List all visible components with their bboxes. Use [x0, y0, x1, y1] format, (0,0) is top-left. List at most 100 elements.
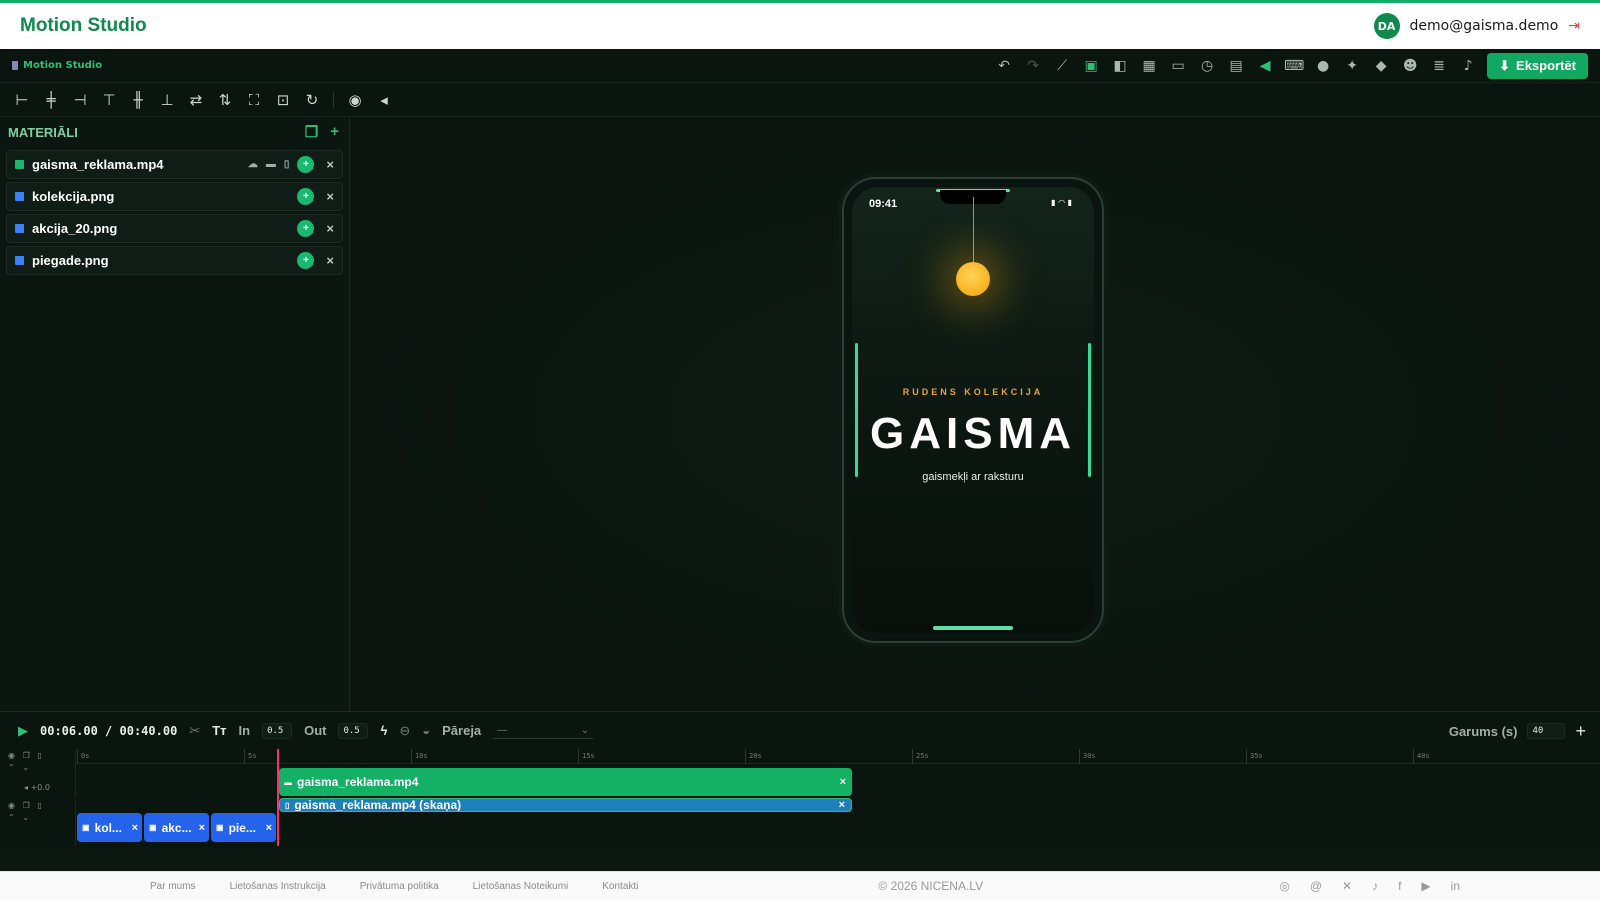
transition-select[interactable]: — ⌄	[493, 723, 594, 739]
instagram-icon[interactable]: ◎	[1279, 879, 1289, 893]
image-clip[interactable]: ▣ pie... ×	[211, 813, 276, 842]
material-item[interactable]: gaisma_reklama.mp4 ☁ ▬ ▯ + ×	[6, 150, 343, 179]
tiktok-icon[interactable]: ♪	[1372, 879, 1378, 893]
logout-icon[interactable]: ⇥	[1568, 18, 1580, 34]
copy-icon[interactable]: ❐	[305, 123, 318, 141]
cloud-icon[interactable]: ☁	[248, 159, 258, 170]
flip-vertical-icon[interactable]: ⇅	[215, 90, 235, 110]
footer-link[interactable]: Privātuma politika	[360, 881, 439, 892]
play-icon[interactable]: ▶	[18, 723, 28, 739]
avatar[interactable]: DA	[1373, 13, 1400, 39]
remove-icon[interactable]: ×	[326, 189, 334, 204]
add-to-timeline-icon[interactable]: +	[297, 220, 315, 237]
material-item[interactable]: akcija_20.png + ×	[6, 214, 343, 243]
align-left-icon[interactable]: ⊢	[12, 90, 32, 110]
layers-icon[interactable]: ◆	[1371, 56, 1391, 76]
remove-clip-icon[interactable]: ×	[840, 776, 846, 788]
length-input[interactable]: 40	[1527, 723, 1566, 739]
add-file-icon[interactable]: ▤	[1226, 56, 1246, 76]
magic-wand-icon[interactable]: ⟋	[1052, 56, 1072, 76]
playhead[interactable]	[277, 749, 279, 846]
history-icon[interactable]: ◷	[1197, 56, 1217, 76]
remove-icon[interactable]: ×	[326, 253, 334, 268]
track-visibility-icons[interactable]: ◉ ❐ ▯	[8, 751, 75, 760]
footer-link[interactable]: Lietošanas Noteikumi	[473, 881, 569, 892]
audio-volume-icon[interactable]: ◂	[24, 783, 28, 792]
undo-icon[interactable]: ↶	[994, 56, 1014, 76]
volume-icon[interactable]: ◀	[1255, 56, 1275, 76]
minus-circle-icon[interactable]: ⊖	[399, 723, 410, 739]
fill-screen-icon[interactable]: ⊡	[273, 90, 293, 110]
remove-clip-icon[interactable]: ×	[839, 799, 845, 811]
footer-link[interactable]: Lietošanas Instrukcija	[230, 881, 326, 892]
eye-icon[interactable]: ◉	[345, 90, 365, 110]
preview-subtitle[interactable]: gaismekļi ar raksturu	[852, 471, 1094, 483]
align-middle-icon[interactable]: ╫	[128, 90, 148, 110]
preview-kicker[interactable]: RUDENS KOLEKCIJA	[852, 387, 1094, 397]
sparkles-icon[interactable]: ✦	[1342, 56, 1362, 76]
align-bottom-icon[interactable]: ⊥	[157, 90, 177, 110]
image-clip[interactable]: ▣ akc... ×	[144, 813, 209, 842]
track-arrows-icon[interactable]: ⌃ ⌄	[8, 813, 75, 822]
flash-icon[interactable]: ϟ	[380, 723, 387, 738]
align-center-h-icon[interactable]: ╪	[41, 90, 61, 110]
site-brand[interactable]: Motion Studio	[20, 15, 147, 37]
scissors-icon[interactable]: ✂	[189, 723, 200, 739]
flip-icon[interactable]: ◧	[1110, 56, 1130, 76]
lamp-bulb[interactable]	[956, 262, 990, 296]
align-right-icon[interactable]: ⊣	[70, 90, 90, 110]
user-menu: DA demo@gaisma.demo ⇥	[1373, 13, 1580, 39]
flip-horizontal-icon[interactable]: ⇄	[186, 90, 206, 110]
rotate-icon[interactable]: ↻	[302, 90, 322, 110]
add-to-timeline-icon[interactable]: +	[297, 252, 315, 269]
remove-clip-icon[interactable]: ×	[132, 822, 138, 834]
keyboard-icon[interactable]: ⌨	[1284, 56, 1304, 76]
export-button[interactable]: ⬇ Eksportēt	[1487, 52, 1588, 79]
bell-icon[interactable]: ♪	[1458, 56, 1478, 76]
preview-hero[interactable]: GAISMA	[852, 409, 1094, 459]
x-icon[interactable]: ✕	[1342, 879, 1352, 893]
speaker-icon[interactable]: ◂	[374, 90, 394, 110]
audio-clip[interactable]: ▯ gaisma_reklama.mp4 (skaņa) ×	[279, 798, 852, 812]
redo-icon[interactable]: ↷	[1023, 56, 1043, 76]
material-item[interactable]: kolekcija.png + ×	[6, 182, 343, 211]
film-icon[interactable]: ▬	[266, 159, 276, 170]
in-input[interactable]: 0.5	[262, 722, 293, 739]
linkedin-icon[interactable]: in	[1451, 879, 1460, 893]
text-tool-icon[interactable]: Tт	[212, 723, 226, 738]
folder-icon[interactable]: ▭	[1168, 56, 1188, 76]
facebook-icon[interactable]: f	[1398, 879, 1401, 893]
user-email[interactable]: demo@gaisma.demo	[1410, 18, 1559, 34]
remove-icon[interactable]: ×	[326, 157, 334, 172]
material-item[interactable]: piegade.png + ×	[6, 246, 343, 275]
add-to-timeline-icon[interactable]: +	[297, 156, 315, 173]
track-visibility-icons[interactable]: ◉ ❐ ▯	[8, 801, 75, 810]
align-top-icon[interactable]: ⊤	[99, 90, 119, 110]
timeline-ruler[interactable]: 0s 5s 10s 15s 20s 25s 30s 35s 40s	[77, 749, 1600, 764]
add-material-icon[interactable]: +	[330, 123, 339, 141]
video-clip[interactable]: ▬ gaisma_reklama.mp4 ×	[279, 768, 852, 796]
drop-icon[interactable]: ◒	[422, 723, 430, 738]
image-clip[interactable]: ▣ kol... ×	[77, 813, 142, 842]
remove-clip-icon[interactable]: ×	[266, 822, 272, 834]
remove-icon[interactable]: ×	[326, 221, 334, 236]
selection-handle-bottom[interactable]	[933, 626, 1013, 630]
file-icon[interactable]: ▯	[284, 159, 290, 170]
footer-link[interactable]: Par mums	[150, 881, 196, 892]
preview-canvas[interactable]: 09:41 ▮ ◠ ▮ RUDENS KOLEKCIJA GAISMA gais…	[351, 117, 1600, 711]
footer-link[interactable]: Kontakti	[602, 881, 638, 892]
robot-icon[interactable]: ☻	[1400, 56, 1420, 76]
add-track-icon[interactable]: +	[1575, 721, 1586, 742]
aspect-ratio-icon[interactable]: ▣	[1081, 56, 1101, 76]
notes-icon[interactable]: ≣	[1429, 56, 1449, 76]
fit-screen-icon[interactable]: ⛶	[244, 90, 264, 110]
add-to-timeline-icon[interactable]: +	[297, 188, 315, 205]
out-input[interactable]: 0.5	[338, 722, 369, 739]
phone-screen[interactable]: 09:41 ▮ ◠ ▮ RUDENS KOLEKCIJA GAISMA gais…	[852, 187, 1094, 633]
grid-icon[interactable]: ▦	[1139, 56, 1159, 76]
remove-clip-icon[interactable]: ×	[199, 822, 205, 834]
palette-icon[interactable]: ●	[1313, 56, 1333, 76]
youtube-icon[interactable]: ▶	[1421, 879, 1430, 893]
threads-icon[interactable]: @	[1310, 879, 1322, 893]
track-arrows-icon[interactable]: ⌃ ⌄	[8, 763, 75, 772]
